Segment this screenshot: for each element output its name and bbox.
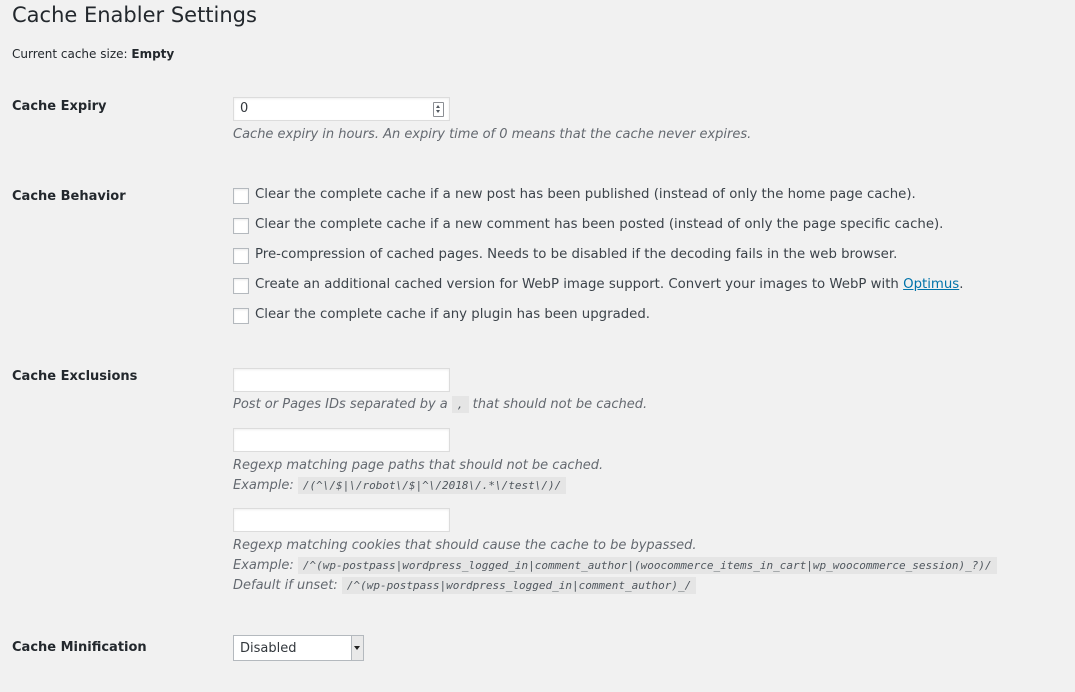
excluded-cookies-input[interactable] [233,508,450,532]
checkbox[interactable] [233,278,249,294]
cache-expiry-label: Cache Expiry [12,99,107,114]
page-title: Cache Enabler Settings [12,3,257,27]
cache-expiry-input[interactable]: 0 [233,97,450,121]
default-label: Default if unset: [233,578,338,593]
behavior-option-label: Pre-compression of cached pages. Needs t… [255,247,898,262]
webp-option-text: Create an additional cached version for … [255,277,899,292]
cache-exclusions-label: Cache Exclusions [12,369,138,384]
minification-select[interactable]: Disabled [233,635,364,661]
number-spinner-icon[interactable] [433,102,444,117]
cookies-default-code: /^(wp-postpass|wordpress_logged_in|comme… [341,577,697,594]
excluded-cookies-example: Example: /^(wp-postpass|wordpress_logged… [233,557,997,574]
behavior-option-label: Clear the complete cache if a new post h… [255,187,916,202]
checkbox[interactable] [233,308,249,324]
excluded-cookies-description: Regexp matching cookies that should caus… [233,538,697,553]
excluded-ids-input[interactable] [233,368,450,392]
ids-desc-before: Post or Pages IDs separated by a [233,397,448,412]
optimus-link[interactable]: Optimus [903,277,959,292]
example-label: Example: [233,478,294,493]
paths-example-code: /(^\/$|\/robot\/$|^\/2018\/.*\/test\/)/ [297,477,567,494]
checkbox[interactable] [233,248,249,264]
checkbox[interactable] [233,218,249,234]
cache-minification-label: Cache Minification [12,640,147,655]
cache-expiry-description: Cache expiry in hours. An expiry time of… [233,127,752,142]
cache-size-label: Current cache size: [12,47,128,61]
webp-option-suffix: . [959,277,964,292]
ids-desc-after: that should not be cached. [472,397,648,412]
example-label: Example: [233,558,294,573]
cookies-example-code: /^(wp-postpass|wordpress_logged_in|comme… [297,557,997,574]
separator-code: , [451,396,469,413]
behavior-option-label: Clear the complete cache if a new commen… [255,217,944,232]
cache-behavior-label: Cache Behavior [12,189,126,204]
excluded-cookies-default: Default if unset: /^(wp-postpass|wordpre… [233,577,697,594]
cache-size-info: Current cache size: Empty [12,47,174,61]
checkbox[interactable] [233,188,249,204]
behavior-option-label: Create an additional cached version for … [255,277,963,292]
minification-selected: Disabled [240,641,297,656]
excluded-paths-description: Regexp matching page paths that should n… [233,458,604,473]
excluded-paths-example: Example: /(^\/$|\/robot\/$|^\/2018\/.*\/… [233,477,567,494]
behavior-option-label: Clear the complete cache if any plugin h… [255,307,651,322]
cache-expiry-value: 0 [240,101,249,116]
dropdown-arrow-icon[interactable] [351,636,363,660]
excluded-paths-input[interactable] [233,428,450,452]
cache-size-value: Empty [131,47,175,61]
excluded-ids-description: Post or Pages IDs separated by a , that … [233,396,648,413]
